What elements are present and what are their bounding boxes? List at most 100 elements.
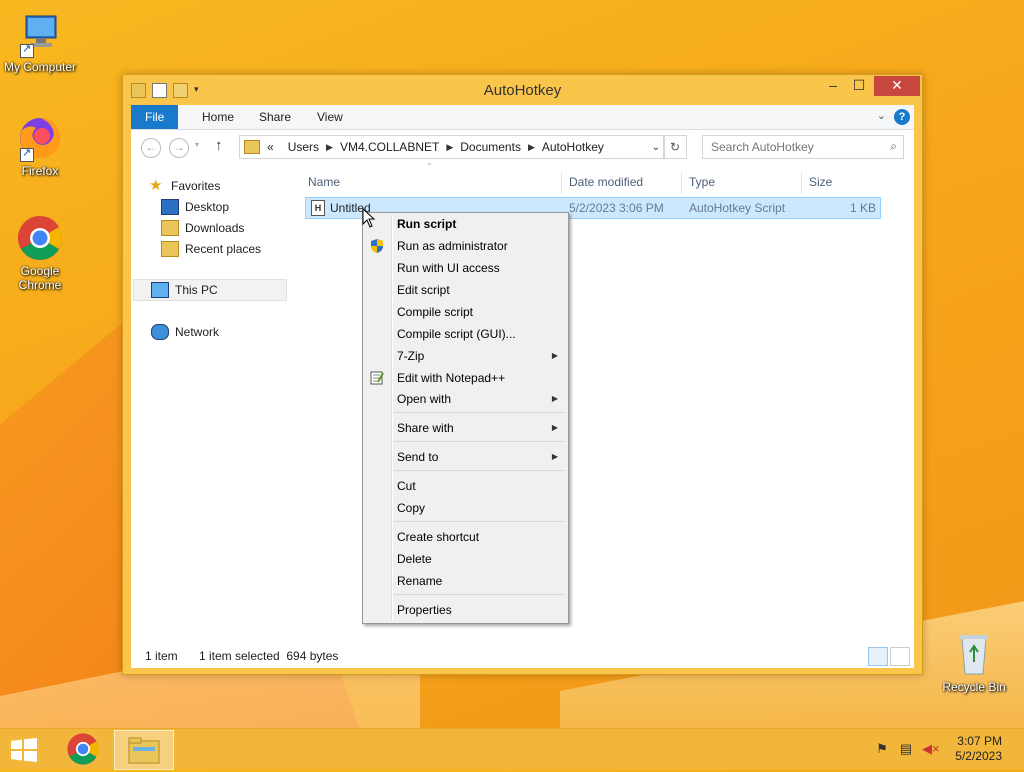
desktop-icon xyxy=(161,199,179,215)
menu-item-compile-script[interactable]: Compile script xyxy=(397,303,473,321)
selection-info: 1 item selected 694 bytes xyxy=(199,649,339,663)
up-button[interactable]: ↑ xyxy=(215,137,223,154)
address-dropdown-chevron-icon[interactable]: ⌄ xyxy=(652,142,660,153)
menu-item-share-with[interactable]: Share with xyxy=(397,419,454,437)
menu-item-cut[interactable]: Cut xyxy=(397,477,416,495)
menu-item-open-with[interactable]: Open with xyxy=(397,390,451,408)
menu-separator xyxy=(394,594,565,595)
forward-button[interactable]: → xyxy=(169,138,189,158)
chevron-down-icon[interactable]: ⌄ xyxy=(877,109,886,122)
desktop-icon-google-chrome[interactable]: Google Chrome xyxy=(0,214,80,292)
chevron-right-icon[interactable]: ▶ xyxy=(326,142,333,153)
column-header-size[interactable]: Size xyxy=(809,172,832,192)
recent-places-icon xyxy=(161,241,179,257)
menu-item-send-to[interactable]: Send to xyxy=(397,448,438,466)
nav-item-recent-places[interactable]: Recent places xyxy=(161,239,261,259)
nav-item-favorites[interactable]: ★ Favorites xyxy=(149,176,220,196)
tab-home[interactable]: Home xyxy=(188,105,248,129)
chevron-right-icon[interactable]: ▶ xyxy=(528,142,535,153)
file-size: 1 KB xyxy=(849,201,876,215)
menu-item-7zip[interactable]: 7-Zip xyxy=(397,347,424,365)
column-divider[interactable] xyxy=(801,172,802,194)
breadcrumb-autohotkey[interactable]: AutoHotkey xyxy=(542,140,604,154)
recent-locations-chevron-icon[interactable]: ▾ xyxy=(195,140,199,149)
help-button[interactable]: ? xyxy=(894,109,910,125)
menu-item-run-script[interactable]: Run script xyxy=(397,215,456,233)
mouse-cursor-icon xyxy=(362,207,376,231)
desktop-icon-recycle-bin[interactable]: Recycle Bin xyxy=(934,630,1014,694)
column-divider[interactable] xyxy=(681,172,682,194)
address-bar[interactable]: « Users ▶ VM4.COLLABNET ▶ Documents ▶ Au… xyxy=(239,135,665,159)
menu-gutter xyxy=(391,215,393,621)
downloads-icon xyxy=(161,220,179,236)
close-button[interactable]: ✕ xyxy=(874,76,920,96)
chevron-right-icon[interactable]: ▶ xyxy=(446,142,453,153)
star-icon: ★ xyxy=(149,177,163,194)
nav-item-network[interactable]: Network xyxy=(151,322,219,342)
menu-item-edit-with-notepad-plus-plus[interactable]: Edit with Notepad++ xyxy=(397,369,505,387)
menu-item-delete[interactable]: Delete xyxy=(397,550,432,568)
tab-share[interactable]: Share xyxy=(245,105,305,129)
title-bar[interactable]: ▾ AutoHotkey – ☐ ✕ xyxy=(123,75,922,105)
nav-item-this-pc[interactable]: This PC xyxy=(151,280,218,300)
taskbar-file-explorer-button[interactable] xyxy=(114,730,174,770)
breadcrumb-documents[interactable]: Documents xyxy=(460,140,521,154)
desktop-icon-firefox[interactable]: Firefox xyxy=(0,114,80,178)
search-icon[interactable]: ⌕ xyxy=(890,139,897,154)
search-input[interactable] xyxy=(709,136,883,158)
navigation-bar: ← → ▾ ↑ « Users ▶ VM4.COLLABNET ▶ Docume… xyxy=(131,130,914,164)
menu-separator xyxy=(394,470,565,471)
nav-label: This PC xyxy=(175,283,218,297)
breadcrumb-overflow[interactable]: « xyxy=(267,140,274,154)
system-clock[interactable]: 3:07 PM 5/2/2023 xyxy=(955,734,1002,764)
large-icons-view-button[interactable] xyxy=(890,647,910,666)
menu-item-edit-script[interactable]: Edit script xyxy=(397,281,450,299)
column-header-type[interactable]: Type xyxy=(689,172,715,192)
nav-item-downloads[interactable]: Downloads xyxy=(161,218,244,238)
menu-item-run-as-administrator[interactable]: Run as administrator xyxy=(397,237,508,255)
tab-file[interactable]: File xyxy=(131,105,179,129)
column-divider[interactable] xyxy=(561,172,562,194)
ribbon-tabs: File Home Share View ⌄ ? xyxy=(131,105,914,130)
desktop-icon-my-computer[interactable]: My Computer xyxy=(0,10,80,74)
back-button[interactable]: ← xyxy=(141,138,161,158)
menu-separator xyxy=(394,412,565,413)
volume-muted-icon[interactable]: ◀× xyxy=(922,741,940,757)
recycle-bin-icon xyxy=(950,630,998,678)
nav-label: Favorites xyxy=(171,179,221,193)
computer-icon xyxy=(151,282,169,298)
item-count: 1 item xyxy=(145,649,178,663)
nav-label: Downloads xyxy=(185,221,245,235)
sort-ascending-icon: ⌃ xyxy=(426,162,433,171)
autohotkey-script-icon: H xyxy=(311,200,325,216)
maximize-button[interactable]: ☐ xyxy=(846,76,872,96)
submenu-arrow-icon: ▶ xyxy=(551,351,558,360)
nav-item-desktop[interactable]: Desktop xyxy=(161,197,229,217)
details-view-button[interactable] xyxy=(868,647,888,666)
refresh-button[interactable]: ↻ xyxy=(663,135,687,159)
status-bar: 1 item 1 item selected 694 bytes xyxy=(131,644,914,668)
menu-item-compile-script-gui[interactable]: Compile script (GUI)... xyxy=(397,325,516,343)
menu-item-rename[interactable]: Rename xyxy=(397,572,442,590)
menu-item-copy[interactable]: Copy xyxy=(397,499,425,517)
menu-item-create-shortcut[interactable]: Create shortcut xyxy=(397,528,479,546)
window-title: AutoHotkey xyxy=(483,82,562,99)
tab-view[interactable]: View xyxy=(303,105,357,129)
column-header-name[interactable]: Name xyxy=(308,172,340,192)
search-box[interactable]: ⌕ xyxy=(702,135,904,159)
minimize-button[interactable]: – xyxy=(820,76,846,96)
breadcrumb-vm4-collabnet[interactable]: VM4.COLLABNET xyxy=(340,140,439,154)
network-icon[interactable]: ▤ xyxy=(898,741,914,757)
menu-item-properties[interactable]: Properties xyxy=(397,601,452,619)
action-center-flag-icon[interactable]: ⚑ xyxy=(874,741,890,757)
windows-logo-icon xyxy=(11,738,37,762)
breadcrumb-users[interactable]: Users xyxy=(288,140,319,154)
start-button[interactable] xyxy=(10,738,38,762)
taskbar-chrome-button[interactable] xyxy=(54,730,112,768)
submenu-arrow-icon: ▶ xyxy=(551,452,558,461)
menu-item-run-with-ui-access[interactable]: Run with UI access xyxy=(397,259,500,277)
column-header-date-modified[interactable]: Date modified xyxy=(569,172,643,192)
computer-icon xyxy=(16,10,64,58)
menu-separator xyxy=(394,441,565,442)
clock-date: 5/2/2023 xyxy=(955,749,1002,763)
